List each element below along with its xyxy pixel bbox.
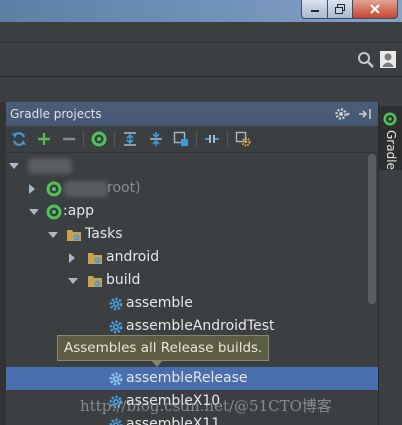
watermark: http://blog.csdn.net/@51CTO博客 [80,397,332,415]
android-group-label: android [106,249,160,265]
gear-icon[interactable] [334,106,350,122]
tree-row-task-selected[interactable]: assembleRelease [6,367,378,390]
root-module-label: root) [107,180,141,196]
toolbar-separator [114,131,115,147]
tooltip-pointer [151,360,163,367]
gradle-panel: Gradle projects root):app Tasks android… [6,102,378,425]
gradle-side-tab[interactable]: Gradle [379,106,402,170]
minimize-button[interactable] [301,0,328,19]
tree-row-root-module[interactable]: root) [6,177,378,200]
build-group-label: build [106,272,141,288]
gradle-execute-icon[interactable] [91,131,107,147]
task-label: assemble [126,295,193,311]
tree-row-project[interactable] [6,154,378,177]
main-toolbar [0,43,402,77]
gradle-side-tab-label: Gradle [384,130,398,170]
close-button[interactable] [353,0,398,19]
expand-arrow-icon[interactable] [69,253,75,263]
toggle-offline-icon[interactable] [204,131,220,147]
task-gear-icon [109,372,123,386]
task-gear-icon [109,320,123,334]
panel-title: Gradle projects [10,107,102,121]
task-folder-icon [88,253,102,264]
tree-row-app[interactable]: :app [6,200,378,223]
toolbar-separator [227,131,228,147]
tree-scrollbar[interactable] [368,154,376,304]
tree-row-build[interactable]: build [6,269,378,292]
collapse-all-icon[interactable] [148,131,164,147]
tasks-label: Tasks [85,226,123,242]
gradle-settings-icon[interactable] [235,131,251,147]
collapse-arrow-icon[interactable] [9,163,19,169]
collapse-arrow-icon[interactable] [29,209,39,215]
hide-panel-icon[interactable] [358,107,372,121]
user-icon[interactable] [380,51,396,68]
panel-header: Gradle projects [6,102,378,126]
gradle-toolbar [6,126,378,153]
app-module-label: :app [63,203,95,219]
collapse-arrow-icon[interactable] [48,232,58,238]
task-gear-icon [109,418,123,425]
task-folder-icon [88,276,102,287]
restore-button[interactable] [328,0,353,19]
task-gear-icon [109,297,123,311]
refresh-icon[interactable] [11,131,27,147]
task-folder-icon [67,230,81,241]
editor-tabs-area [0,77,402,102]
remove-icon[interactable] [61,131,77,147]
menu-bar [0,22,402,43]
window-controls [301,0,398,20]
gradle-task-tree: root) :app Tasks android build assemble … [6,154,378,425]
add-icon[interactable] [36,131,52,147]
attach-project-icon[interactable] [173,131,189,147]
minimize-icon [310,10,319,12]
collapse-arrow-icon[interactable] [68,278,78,284]
redacted-module-name [64,181,108,197]
toolbar-separator [83,131,84,147]
task-label: assembleAndroidTest [126,318,275,334]
task-tooltip: Assembles all Release builds. [57,335,270,361]
redacted-project-name [28,158,72,174]
gradle-module-icon [46,181,62,197]
expand-arrow-icon[interactable] [29,184,35,194]
tree-row-android[interactable]: android [6,246,378,269]
toolbar-separator [196,131,197,147]
gradle-icon [383,112,397,126]
expand-all-icon[interactable] [122,131,138,147]
close-icon [370,4,380,14]
tree-row-tasks[interactable]: Tasks [6,223,378,246]
search-icon[interactable] [357,51,375,69]
restore-icon [335,4,345,14]
task-label: assembleRelease [126,370,248,386]
window-title-bar [0,0,402,22]
right-tool-strip: Gradle [378,102,402,425]
task-label: assembleX11 [126,416,221,425]
tree-row-task[interactable]: assemble [6,292,378,315]
gradle-module-icon [46,204,62,220]
